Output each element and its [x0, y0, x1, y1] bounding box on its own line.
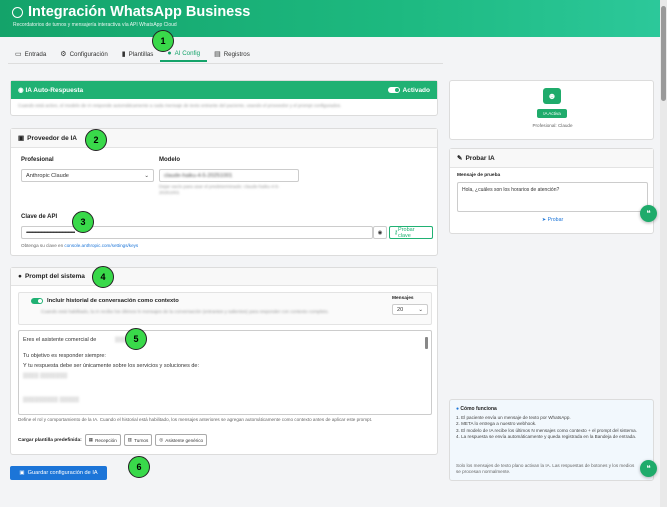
tab-registros[interactable]: ▤ Registros [207, 46, 257, 62]
page-scrollbar[interactable] [660, 0, 667, 507]
template-recepcion-button[interactable]: ▦ Recepción [84, 434, 121, 446]
chat-bubble-icon[interactable]: ❝ [640, 205, 657, 222]
gear-icon: ⚙ [60, 51, 67, 58]
modelo-label: Modelo [159, 157, 180, 163]
ia-status-card: ☻ IA Activa Profesional: Claude [449, 80, 654, 140]
scrollbar-thumb[interactable] [661, 6, 666, 101]
template-turnos-button[interactable]: ▥ Turnos [123, 434, 153, 446]
api-help: Obtenga su clave en console.anthropic.co… [21, 243, 139, 248]
modelo-input[interactable]: claude-haiku-4-5-20251001 [159, 169, 299, 182]
tab-plantillas[interactable]: ▮ Plantillas [115, 46, 161, 62]
probar-button[interactable]: ➤ Probar [457, 217, 648, 223]
history-toggle[interactable] [31, 298, 43, 304]
chip-icon: ▣ [18, 135, 25, 142]
prompt-header: ● Prompt del sistema [11, 268, 437, 286]
ia-provider-text: Profesional: Claude [532, 123, 573, 128]
test-key-button[interactable]: ⚷ Probar clave [389, 226, 433, 239]
annotation-marker-2: 2 [85, 129, 107, 151]
save-ia-config-button[interactable]: ▣ Guardar configuración de IA [10, 466, 107, 480]
prompt-help: Define el rol y comportamiento de la IA.… [18, 417, 373, 422]
annotation-marker-4: 4 [92, 266, 114, 288]
profesional-select[interactable]: Anthropic Claude ⌄ [21, 169, 154, 182]
probar-ia-card: ✎ Probar IA Mensaje de prueba Hola, ¿cuál… [449, 148, 654, 234]
building-icon: ▦ [88, 437, 94, 442]
wand-icon: ✎ [457, 155, 463, 162]
api-console-link[interactable]: console.anthropic.com/settings/keys [64, 243, 138, 248]
api-key-label: Clave de API [21, 214, 58, 220]
file-icon: ▮ [121, 51, 126, 58]
prompt-card: ● Prompt del sistema Incluir historial de… [10, 267, 438, 455]
como-note: Solo los mensajes de texto plano activan… [456, 463, 635, 475]
test-message-input[interactable]: Hola, ¿cuáles son los horarios de atenci… [457, 182, 648, 212]
prompt-line-2: Tu objetivo es responder siempre: [23, 353, 106, 359]
mensajes-select[interactable]: 20 ⌄ [392, 304, 428, 315]
step-item: 4. La respuesta se envía automáticamente… [456, 434, 637, 440]
prompt-line-3: Y tu respuesta debe ser únicamente sobre… [23, 363, 199, 369]
whatsapp-icon [12, 6, 23, 18]
como-funciona-card: ● Cómo funciona 1. El paciente envía un … [449, 399, 654, 481]
annotation-marker-3: 3 [72, 211, 94, 233]
redacted-text: ▒▒▒▒ ▒▒▒▒▒▒▒ [23, 373, 68, 379]
tab-entrada[interactable]: ▭ Entrada [8, 46, 53, 62]
tab-divider [8, 63, 443, 64]
tab-configuracion[interactable]: ⚙ Configuración [53, 46, 114, 62]
textarea-scrollbar[interactable] [425, 337, 428, 349]
chevron-down-icon: ⌄ [418, 306, 423, 313]
como-funciona-title: ● Cómo funciona [456, 406, 497, 412]
robot-icon: ☻ [543, 88, 561, 104]
ia-active-badge: IA Activa [537, 109, 567, 118]
proveedor-header: ▣ Proveedor de IA [11, 129, 437, 148]
annotation-marker-5: 5 [125, 328, 147, 350]
proveedor-card: ▣ Proveedor de IA Profesional Anthropic C… [10, 128, 438, 256]
mensajes-label: Mensajes [392, 296, 414, 301]
system-prompt-textarea[interactable]: Eres el asistente comercial de ▒▒▒▒▒▒ Tu… [18, 330, 432, 415]
page-subtitle: Recordatorios de turnos y mensajería int… [13, 22, 177, 28]
tab-bar: ▭ Entrada ⚙ Configuración ▮ Plantillas ● AI … [8, 46, 257, 62]
test-message-label: Mensaje de prueba [457, 173, 501, 178]
calendar-icon: ▥ [127, 437, 133, 442]
chat-bubble-icon[interactable]: ❝ [640, 460, 657, 477]
list-icon: ▤ [214, 51, 221, 58]
save-icon: ▣ [19, 470, 25, 476]
template-row: Cargar plantilla predefinida: ▦ Recepción… [18, 434, 208, 446]
annotation-marker-1: 1 [152, 30, 174, 52]
template-label: Cargar plantilla predefinida: [18, 437, 82, 443]
history-box: Incluir historial de conversación como c… [18, 292, 432, 325]
page-title: Integración WhatsApp Business [12, 4, 648, 20]
chat-icon: ● [18, 273, 22, 280]
steps-list: 1. El paciente envía un mensaje de texto… [456, 415, 646, 441]
ia-status-label: Activado [402, 86, 430, 94]
profesional-label: Profesional [21, 157, 54, 163]
template-generico-button[interactable]: ◎ Asistente genérico [155, 434, 208, 446]
inbox-icon: ▭ [15, 51, 22, 58]
modelo-help: Dejar vacío para usar el predeterminado:… [159, 184, 280, 196]
probar-ia-header: ✎ Probar IA [450, 149, 653, 168]
ia-auto-toggle[interactable] [387, 87, 400, 93]
chevron-down-icon: ⌄ [144, 172, 149, 179]
ia-auto-card: ◉ IA Auto-Respuesta Activado Cuando está… [10, 80, 438, 116]
history-row: Incluir historial de conversación como c… [31, 298, 179, 304]
redacted-text: ▒▒▒▒▒▒▒▒▒ ▒▒▒▒▒ [23, 397, 80, 403]
history-label: Incluir historial de conversación como c… [47, 298, 179, 304]
prompt-line-1: Eres el asistente comercial de [23, 337, 97, 343]
history-help: Cuando está habilitado, la IA recibe los… [41, 309, 329, 314]
page-title-text: Integración WhatsApp Business [28, 4, 251, 20]
app-header: Integración WhatsApp Business Recordator… [0, 0, 660, 37]
ia-auto-header: ◉ IA Auto-Respuesta Activado [11, 81, 437, 99]
annotation-marker-6: 6 [128, 456, 150, 478]
robot-icon: ◎ [159, 437, 164, 442]
ia-auto-description: Cuando está activo, el modelo de IA resp… [18, 103, 342, 108]
eye-icon[interactable]: ◉ [373, 226, 387, 239]
